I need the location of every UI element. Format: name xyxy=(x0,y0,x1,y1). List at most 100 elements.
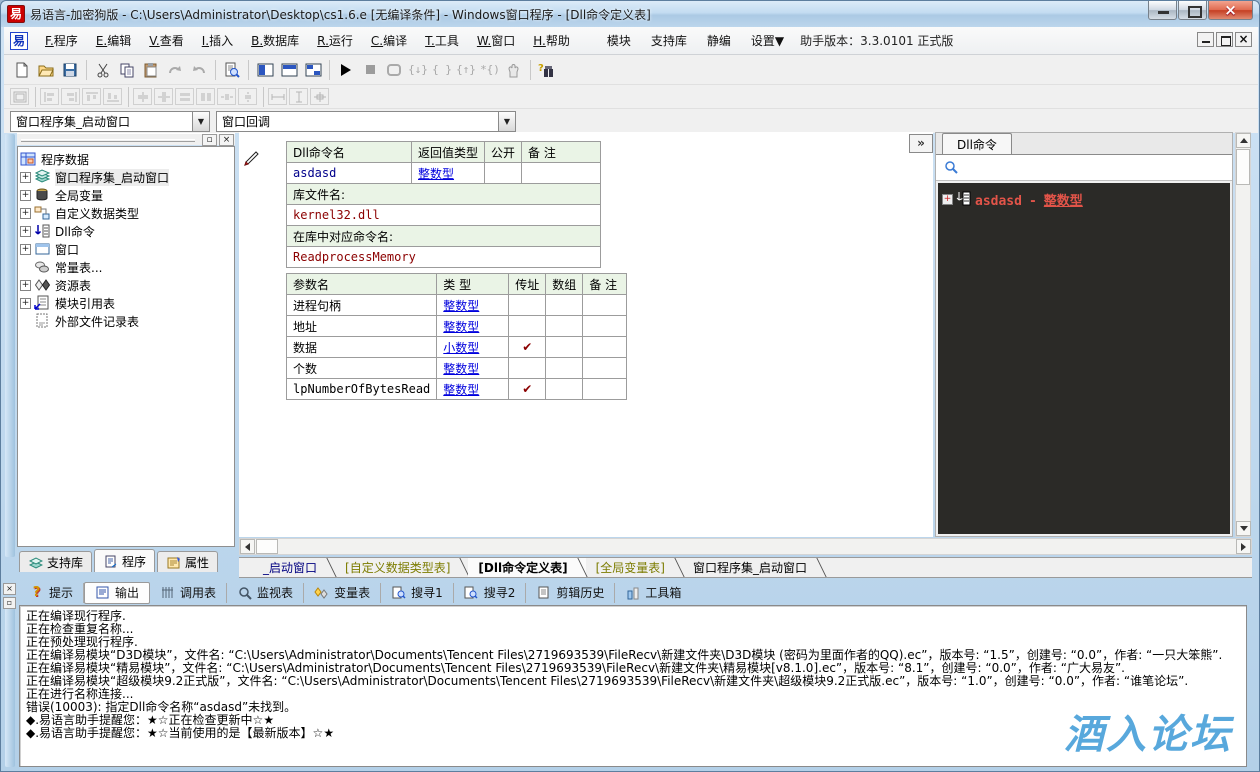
menu-module[interactable]: 模块 xyxy=(597,29,641,52)
mdi-close-button[interactable] xyxy=(1235,32,1252,47)
menu-insert[interactable]: I.插入 xyxy=(193,29,242,52)
tree-item-custom-datatypes[interactable]: 自定义数据类型 xyxy=(20,204,232,222)
param-row[interactable]: 个数 整数型 xyxy=(287,358,627,379)
scroll-up-icon[interactable] xyxy=(1236,133,1251,148)
menu-view[interactable]: V.查看 xyxy=(140,29,193,52)
chevron-down-icon[interactable]: ▼ xyxy=(192,112,209,131)
tab-search1[interactable]: 搜寻1 xyxy=(381,583,454,603)
vertical-scrollbar[interactable] xyxy=(1235,132,1251,537)
layout-left-icon[interactable] xyxy=(253,58,277,82)
close-button[interactable] xyxy=(1208,1,1253,20)
menu-compile[interactable]: C.编译 xyxy=(362,29,416,52)
expander-plus-icon[interactable] xyxy=(20,298,31,309)
tab-dll-commands[interactable]: Dll命令 xyxy=(942,133,1012,154)
tab-clip-history[interactable]: 剪辑历史 xyxy=(526,583,615,603)
scroll-left-icon[interactable] xyxy=(240,539,255,554)
tab-support-libs[interactable]: 支持库 xyxy=(19,551,92,572)
tab-call-table[interactable]: 调用表 xyxy=(150,583,227,603)
lib-value-row[interactable]: kernel32.dll xyxy=(287,205,601,226)
cut-icon[interactable] xyxy=(91,58,115,82)
expander-plus-icon[interactable] xyxy=(20,244,31,255)
tree-item-resources[interactable]: 资源表 xyxy=(20,276,232,294)
tab-toolbox[interactable]: 工具箱 xyxy=(615,583,691,603)
tree-item-external-files[interactable]: 外部文件记录表 xyxy=(20,312,232,330)
tab-output[interactable]: 输出 xyxy=(84,582,150,604)
mdi-child-icon[interactable]: 易 xyxy=(10,32,28,50)
expander-plus-icon[interactable] xyxy=(942,194,953,205)
tab-program[interactable]: 程序 xyxy=(94,549,155,572)
menu-support-lib[interactable]: 支持库 xyxy=(641,29,697,52)
tab-search2[interactable]: 搜寻2 xyxy=(454,583,527,603)
layout-top-icon[interactable] xyxy=(277,58,301,82)
menu-help[interactable]: H.帮助 xyxy=(524,29,579,52)
tab-hints[interactable]: ? 提示 xyxy=(19,583,84,603)
tree-item-constants[interactable]: 常量表... xyxy=(20,258,232,276)
tree-panel-grip[interactable]: ▫ × xyxy=(17,133,235,145)
doc-tab-dll-table[interactable]: [Dll命令定义表] xyxy=(468,558,585,577)
tab-properties[interactable]: 属性 xyxy=(157,551,218,572)
tree-item-global-vars[interactable]: 全局变量 xyxy=(20,186,232,204)
expander-plus-icon[interactable] xyxy=(20,226,31,237)
run-icon[interactable] xyxy=(334,58,358,82)
command-name-cell[interactable]: asdasd xyxy=(287,163,412,184)
param-row[interactable]: lpNumberOfBytesRead 整数型 ✔ xyxy=(287,379,627,400)
horizontal-scroll-thumb[interactable] xyxy=(256,539,278,554)
new-file-icon[interactable] xyxy=(10,58,34,82)
command-row[interactable]: asdasd 整数型 xyxy=(287,163,601,184)
dll-search-input[interactable] xyxy=(936,155,1232,181)
chevron-down-icon[interactable]: ▼ xyxy=(498,112,515,131)
find-icon[interactable] xyxy=(220,58,244,82)
doc-tab-datatypes[interactable]: [自定义数据类型表] xyxy=(335,558,468,577)
menu-settings[interactable]: 设置▼ xyxy=(741,29,794,52)
save-icon[interactable] xyxy=(58,58,82,82)
cmd-value-row[interactable]: ReadprocessMemory xyxy=(287,247,601,268)
redo-icon[interactable] xyxy=(163,58,187,82)
horizontal-scrollbar[interactable] xyxy=(239,538,1252,555)
window-set-combo[interactable]: 窗口程序集_启动窗口 ▼ xyxy=(10,111,210,132)
param-row[interactable]: 地址 整数型 xyxy=(287,316,627,337)
layout-grid-icon[interactable] xyxy=(301,58,325,82)
mdi-minimize-button[interactable] xyxy=(1197,32,1214,47)
vertical-scroll-thumb[interactable] xyxy=(1236,149,1250,185)
maximize-button[interactable] xyxy=(1178,1,1207,20)
mdi-restore-button[interactable] xyxy=(1216,32,1233,47)
minimize-button[interactable] xyxy=(1148,1,1177,20)
menu-edit[interactable]: E.编辑 xyxy=(87,29,140,52)
copy-icon[interactable] xyxy=(115,58,139,82)
paste-icon[interactable] xyxy=(139,58,163,82)
expander-plus-icon[interactable] xyxy=(20,208,31,219)
tree-item-module-refs[interactable]: 模块引用表 xyxy=(20,294,232,312)
tab-watch-table[interactable]: 监视表 xyxy=(227,583,304,603)
doc-tab-globals[interactable]: [全局变量表] xyxy=(586,558,683,577)
scroll-down-icon[interactable] xyxy=(1236,521,1251,536)
param-row[interactable]: 进程句柄 整数型 xyxy=(287,295,627,316)
tab-variable-table[interactable]: 变量表 xyxy=(304,583,381,603)
menu-database[interactable]: B.数据库 xyxy=(242,29,308,52)
tree-item-window-set[interactable]: 窗口程序集_启动窗口 xyxy=(20,168,232,186)
scroll-right-icon[interactable] xyxy=(1236,539,1251,554)
panel-close-icon[interactable]: × xyxy=(219,134,234,146)
output-close-icon[interactable]: × xyxy=(3,583,16,595)
tree-item-windows[interactable]: 窗口 xyxy=(20,240,232,258)
collapse-panel-button[interactable]: » xyxy=(909,134,933,153)
output-log[interactable]: 正在编译现行程序. 正在检查重复名称... 正在预处理现行程序. 正在编译易模块… xyxy=(19,605,1247,767)
menu-run[interactable]: R.运行 xyxy=(308,29,362,52)
expander-plus-icon[interactable] xyxy=(20,172,31,183)
menu-program[interactable]: F.程序 xyxy=(36,29,87,52)
doc-tab-start-window[interactable]: _启动窗口 xyxy=(253,558,335,577)
help-search-icon[interactable]: ? xyxy=(535,58,559,82)
public-cell[interactable] xyxy=(485,163,522,184)
output-dock-icon[interactable]: ▫ xyxy=(3,597,16,609)
param-row[interactable]: 数据 小数型 ✔ xyxy=(287,337,627,358)
menu-window[interactable]: W.窗口 xyxy=(468,29,524,52)
menu-static-compile[interactable]: 静编 xyxy=(697,29,741,52)
menu-tools[interactable]: T.工具 xyxy=(416,29,468,52)
dll-tree-item[interactable]: asdasd-整数型 xyxy=(942,189,1226,209)
return-type-cell[interactable]: 整数型 xyxy=(412,163,485,184)
doc-tab-window-set[interactable]: 窗口程序集_启动窗口 xyxy=(683,558,825,577)
event-combo[interactable]: 窗口回调 ▼ xyxy=(216,111,516,132)
tree-item-dll-commands[interactable]: Dll命令 xyxy=(20,222,232,240)
expander-plus-icon[interactable] xyxy=(20,280,31,291)
remark-cell[interactable] xyxy=(522,163,601,184)
tree-root[interactable]: 程序数据 xyxy=(20,150,232,168)
